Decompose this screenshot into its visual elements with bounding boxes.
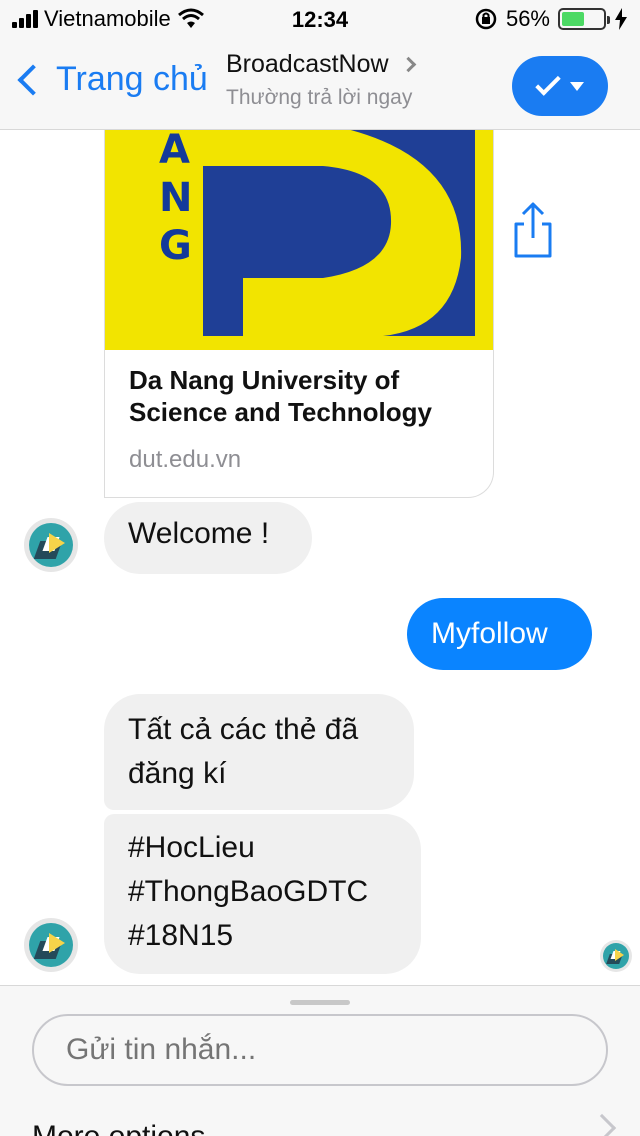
message-text-line: Tất cả các thẻ đã — [128, 713, 359, 746]
battery-icon — [558, 8, 610, 30]
chat-thread[interactable]: A N G Da Nang University of Science and … — [0, 130, 640, 985]
link-preview-image: A N G — [105, 130, 493, 350]
tag-item: #HocLieu — [128, 831, 255, 864]
check-menu-button[interactable] — [512, 56, 608, 116]
chevron-right-icon — [400, 56, 416, 73]
response-status: Thường trả lời ngay — [226, 86, 413, 109]
page-title: BroadcastNow — [226, 50, 389, 78]
check-icon — [535, 70, 561, 96]
message-text: Myfollow — [431, 617, 548, 650]
tag-item: #ThongBaoGDTC — [128, 875, 369, 908]
link-url: dut.edu.vn — [129, 446, 242, 473]
message-bubble-tags-intro[interactable]: Tất cả các thẻ đã đăng kí — [104, 694, 414, 810]
battery-fill — [562, 12, 585, 26]
composer: More options — [0, 985, 640, 1136]
message-text-line: đăng kí — [128, 757, 227, 790]
conversation-title[interactable]: BroadcastNow — [226, 50, 416, 79]
link-preview-text: Da Nang University of Science and Techno… — [129, 364, 479, 474]
back-chevron-icon — [17, 63, 49, 96]
orientation-lock-icon — [475, 8, 497, 30]
charging-icon — [615, 8, 627, 30]
status-bar: Vietnamobile 12:34 56% — [0, 0, 640, 40]
message-bubble-outgoing[interactable]: Myfollow — [407, 598, 592, 670]
logo-letters: A N G — [159, 130, 193, 269]
message-bubble-tags[interactable]: #HocLieu #ThongBaoGDTC #18N15 — [104, 814, 421, 974]
message-text: Welcome ! — [128, 517, 270, 550]
link-preview-card[interactable]: A N G Da Nang University of Science and … — [104, 130, 494, 498]
link-title: Da Nang University of Science and Techno… — [129, 365, 432, 427]
seen-indicator-avatar — [600, 940, 632, 972]
drag-handle[interactable] — [290, 1000, 350, 1005]
bot-avatar[interactable] — [24, 918, 78, 972]
bot-avatar[interactable] — [24, 518, 78, 572]
caret-down-icon — [570, 81, 584, 91]
nav-bar: Trang chủ BroadcastNow Thường trả lời ng… — [0, 40, 640, 130]
back-label: Trang chủ — [56, 60, 208, 98]
university-logo — [203, 130, 475, 336]
chevron-right-icon — [587, 1113, 617, 1136]
tag-item: #18N15 — [128, 919, 234, 952]
status-right: 56% — [474, 6, 628, 32]
message-bubble-welcome[interactable]: Welcome ! — [104, 502, 312, 574]
more-options-item[interactable]: More options — [32, 1120, 205, 1136]
share-icon[interactable] — [510, 202, 556, 260]
back-button[interactable]: Trang chủ — [14, 60, 208, 99]
message-input[interactable] — [32, 1014, 608, 1086]
battery-percent: 56% — [505, 6, 550, 31]
